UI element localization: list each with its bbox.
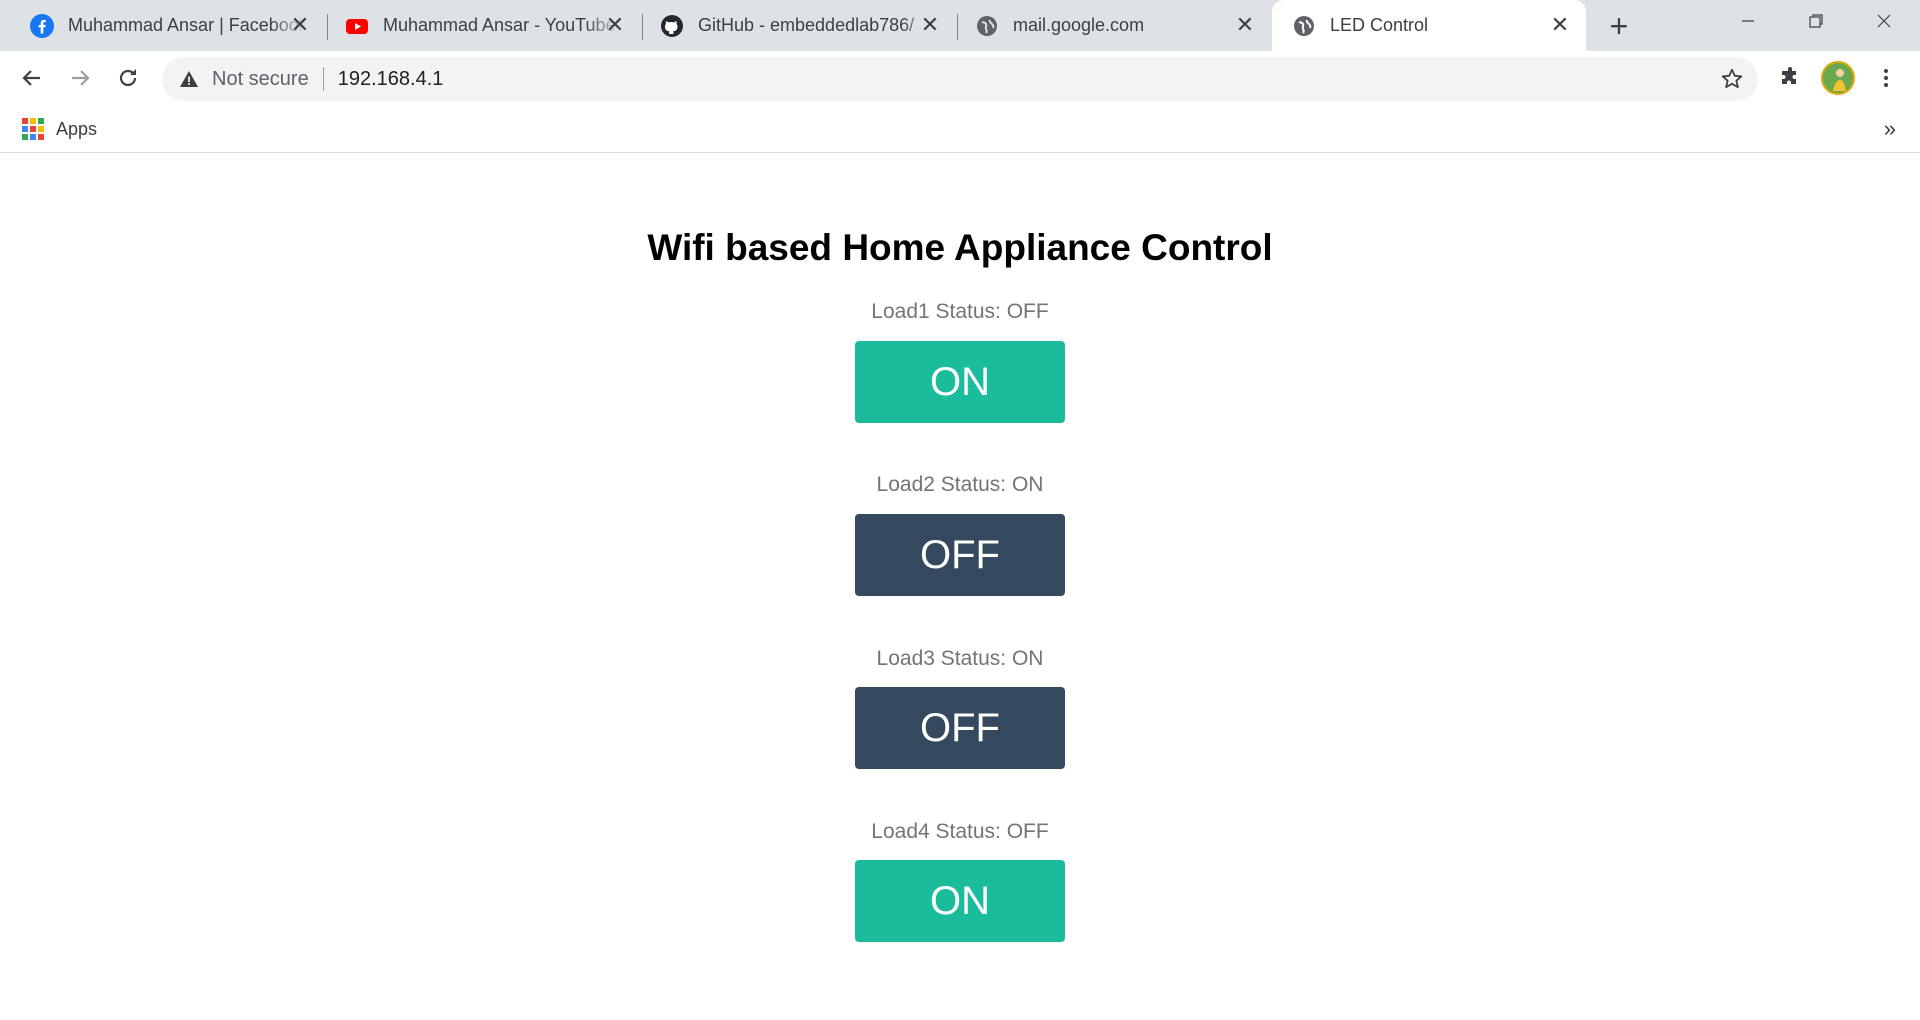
close-tab-icon[interactable]: ✕ [1548, 12, 1572, 37]
browser-toolbar: Not secure 192.168.4.1 [0, 51, 1920, 106]
extensions-button[interactable] [1772, 60, 1808, 96]
reload-button[interactable] [110, 60, 146, 96]
youtube-icon [345, 14, 369, 38]
page-content: Wifi based Home Appliance Control Load1 … [0, 153, 1920, 1020]
tab-led-control[interactable]: LED Control ✕ [1272, 0, 1586, 51]
load1-toggle-button[interactable]: ON [855, 341, 1065, 423]
bookmarks-bar: Apps » [0, 106, 1920, 153]
close-tab-icon[interactable]: ✕ [918, 12, 942, 37]
apps-label: Apps [56, 118, 98, 139]
load3-toggle-button[interactable]: OFF [855, 687, 1065, 769]
restore-button[interactable] [1782, 0, 1850, 42]
tab-gmail[interactable]: mail.google.com ✕ [955, 0, 1271, 51]
divider [322, 67, 324, 91]
minimize-button[interactable] [1714, 0, 1782, 42]
close-tab-icon[interactable]: ✕ [1233, 12, 1257, 37]
bookmark-star-icon[interactable] [1720, 67, 1744, 91]
globe-icon [975, 14, 999, 38]
globe-icon [1292, 14, 1316, 38]
tab-youtube[interactable]: Muhammad Ansar - YouTube ✕ [325, 0, 641, 51]
menu-button[interactable] [1868, 60, 1904, 96]
facebook-icon [30, 13, 54, 38]
tab-title: Muhammad Ansar | Facebook [68, 15, 306, 35]
load2-toggle-button[interactable]: OFF [855, 514, 1065, 596]
tab-strip: Muhammad Ansar | Facebook ✕ Muhammad Ans… [0, 0, 1920, 51]
close-window-button[interactable] [1850, 0, 1918, 42]
forward-button[interactable] [62, 60, 98, 96]
load4-status: Load4 Status: OFF [871, 820, 1049, 843]
avatar-icon [1821, 61, 1855, 95]
puzzle-icon [1782, 67, 1796, 84]
security-label[interactable]: Not secure [212, 68, 309, 91]
tab-github[interactable]: GitHub - embeddedlab786/ ✕ [640, 0, 956, 51]
load3-status: Load3 Status: ON [876, 647, 1044, 670]
tab-title: LED Control [1330, 15, 1429, 35]
tab-facebook[interactable]: Muhammad Ansar | Facebook ✕ [10, 0, 326, 51]
page-title: Wifi based Home Appliance Control [647, 227, 1273, 268]
close-tab-icon[interactable]: ✕ [603, 12, 627, 37]
kebab-menu-icon [1884, 69, 1888, 87]
apps-shortcut[interactable]: Apps [22, 116, 97, 142]
profile-avatar[interactable] [1820, 60, 1856, 96]
warning-icon[interactable] [178, 68, 200, 90]
url-text[interactable]: 192.168.4.1 [338, 68, 444, 91]
tab-title: mail.google.com [1013, 15, 1145, 35]
tab-title: GitHub - embeddedlab786/ [698, 15, 915, 35]
reload-icon [119, 69, 137, 87]
close-tab-icon[interactable]: ✕ [288, 12, 312, 37]
load4-toggle-button[interactable]: ON [855, 860, 1065, 942]
back-button[interactable] [14, 60, 50, 96]
new-tab-button[interactable]: + [1602, 8, 1636, 44]
back-arrow-icon [22, 70, 40, 86]
bookmarks-overflow-icon[interactable]: » [1884, 116, 1896, 142]
load1-status: Load1 Status: OFF [871, 300, 1049, 323]
github-icon [660, 14, 684, 38]
address-bar[interactable]: Not secure 192.168.4.1 [162, 57, 1758, 101]
load2-status: Load2 Status: ON [876, 473, 1044, 496]
forward-arrow-icon [72, 70, 90, 86]
tab-title: Muhammad Ansar - YouTube [383, 15, 616, 35]
apps-grid-icon [22, 118, 44, 140]
